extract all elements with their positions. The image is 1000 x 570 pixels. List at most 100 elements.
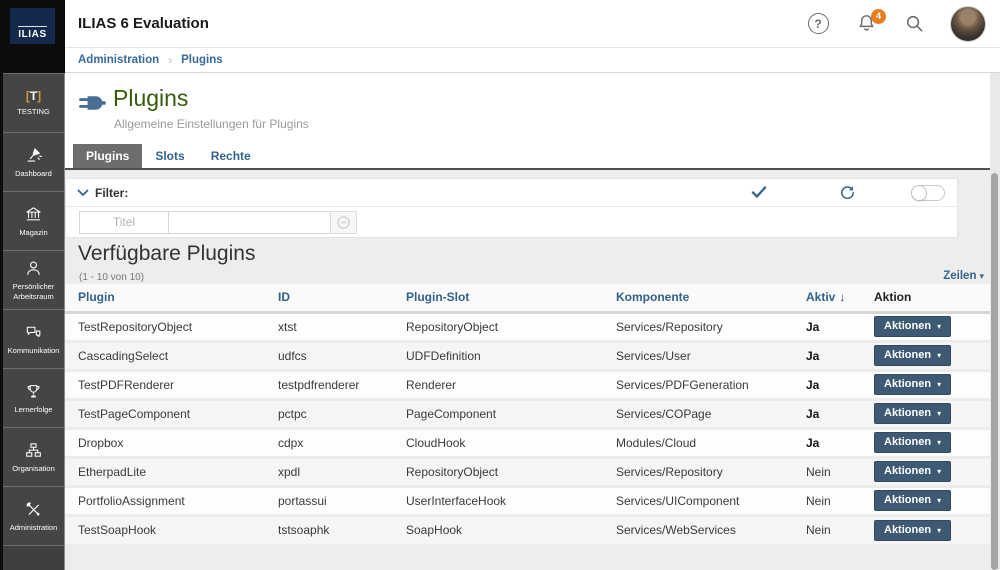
table-header-row: Plugin ID Plugin-Slot Komponente Aktiv↓ … — [65, 284, 990, 312]
main-sidebar: ILIAS [T] TESTING Dashboard — [0, 0, 65, 570]
title-filter-group: Titel — [79, 211, 357, 234]
actions-dropdown-button[interactable]: Aktionen▾ — [874, 490, 951, 511]
plugin-icon — [78, 89, 106, 117]
toggle-knob — [911, 185, 927, 201]
table-row: TestPageComponentpctpc PageComponentServ… — [65, 399, 990, 428]
table-row: Dropboxcdpx CloudHookModules/Cloud Ja Ak… — [65, 428, 990, 457]
filter-toggle[interactable] — [911, 185, 945, 201]
logo-area: ILIAS — [0, 0, 65, 73]
caret-down-icon: ▾ — [937, 526, 941, 535]
tab-plugins[interactable]: Plugins — [73, 144, 142, 168]
actions-dropdown-button[interactable]: Aktionen▾ — [874, 403, 951, 424]
notification-badge: 4 — [871, 9, 886, 24]
caret-down-icon: ▾ — [937, 380, 941, 389]
sidebar-item-label: Dashboard — [5, 169, 63, 178]
help-button[interactable]: ? — [806, 12, 830, 36]
sidebar-item-label: Administration — [5, 523, 63, 532]
ilias-logo[interactable]: ILIAS — [10, 8, 55, 44]
sidebar-item-magazin[interactable]: Magazin — [3, 192, 64, 251]
person-icon — [24, 259, 43, 278]
sidebar-item-label: Organisation — [5, 464, 63, 473]
sidebar-item-label: Kommunikation — [5, 346, 63, 355]
app-title: ILIAS 6 Evaluation — [78, 15, 209, 32]
filter-label: Filter: — [95, 186, 128, 200]
help-icon: ? — [808, 13, 829, 34]
breadcrumb-plugins[interactable]: Plugins — [181, 54, 223, 66]
table-row: TestSoapHooktstsoaphk SoapHookServices/W… — [65, 515, 990, 544]
remove-filter-button[interactable] — [331, 211, 357, 234]
search-icon — [903, 12, 926, 35]
apply-filter-icon[interactable] — [751, 185, 767, 199]
caret-down-icon: ▾ — [979, 271, 984, 281]
table-row: TestRepositoryObjectxtst RepositoryObjec… — [65, 312, 990, 341]
plugins-table: Plugin ID Plugin-Slot Komponente Aktiv↓ … — [65, 284, 990, 544]
sort-desc-icon: ↓ — [839, 290, 845, 304]
actions-dropdown-button[interactable]: Aktionen▾ — [874, 316, 951, 337]
bank-icon — [24, 205, 43, 224]
tab-rechte[interactable]: Rechte — [198, 144, 264, 168]
sidebar-item-label: TESTING — [5, 107, 63, 116]
minus-circle-icon — [336, 215, 351, 230]
section-title: Verfügbare Plugins — [78, 242, 255, 266]
sidebar-item-label: Lernerfolge — [5, 405, 63, 414]
table-row: TestPDFRenderertestpdfrenderer RendererS… — [65, 370, 990, 399]
title-filter-input[interactable] — [169, 211, 331, 234]
sidebar-item-organisation[interactable]: Organisation — [3, 428, 64, 487]
caret-down-icon: ▾ — [937, 351, 941, 360]
actions-dropdown-button[interactable]: Aktionen▾ — [874, 520, 951, 541]
caret-down-icon: ▾ — [937, 322, 941, 331]
org-chart-icon — [24, 441, 43, 460]
sidebar-item-personal-workspace[interactable]: Persönlicher Arbeitsraum — [3, 251, 64, 310]
rows-dropdown[interactable]: Zeilen▾ — [943, 270, 984, 282]
column-header-plugin-slot[interactable]: Plugin-Slot — [406, 284, 616, 312]
sidebar-item-kommunikation[interactable]: Kommunikation — [3, 310, 64, 369]
scrollbar-thumb[interactable] — [991, 173, 998, 570]
caret-down-icon: ▾ — [937, 496, 941, 505]
result-count: (1 - 10 von 10) — [79, 272, 144, 283]
actions-dropdown-button[interactable]: Aktionen▾ — [874, 432, 951, 453]
sidebar-item-dashboard[interactable]: Dashboard — [3, 133, 64, 192]
breadcrumb-administration[interactable]: Administration — [78, 54, 159, 66]
actions-dropdown-button[interactable]: Aktionen▾ — [874, 345, 951, 366]
chevron-down-icon[interactable] — [77, 189, 89, 197]
chat-bubbles-icon — [24, 323, 43, 342]
breadcrumb: Administration › Plugins — [65, 48, 1000, 73]
sidebar-item-label: Magazin — [5, 228, 63, 237]
main-content: Plugins Allgemeine Einstellungen für Plu… — [65, 73, 990, 570]
sidebar-item-label: Persönlicher Arbeitsraum — [5, 282, 63, 301]
column-header-plugin[interactable]: Plugin — [65, 284, 278, 312]
caret-down-icon: ▾ — [937, 409, 941, 418]
trophy-icon — [24, 382, 43, 401]
testing-icon: [T] — [26, 89, 41, 103]
column-header-aktiv[interactable]: Aktiv↓ — [806, 284, 874, 312]
user-avatar[interactable] — [950, 6, 986, 42]
page-title: Plugins — [113, 85, 188, 112]
sidebar-item-testing[interactable]: [T] TESTING — [3, 74, 64, 133]
caret-down-icon: ▾ — [937, 438, 941, 447]
page-header: Plugins Allgemeine Einstellungen für Plu… — [65, 73, 990, 170]
breadcrumb-separator-icon: › — [168, 53, 172, 67]
notifications-button[interactable]: 4 — [854, 12, 878, 36]
sidebar-item-lernerfolge[interactable]: Lernerfolge — [3, 369, 64, 428]
tab-slots[interactable]: Slots — [142, 144, 197, 168]
lamp-icon — [24, 146, 43, 165]
filter-panel: Filter: Titel — [65, 178, 958, 238]
tools-icon — [24, 500, 43, 519]
title-filter-label: Titel — [79, 211, 169, 234]
top-header: ILIAS 6 Evaluation ? 4 — [65, 0, 1000, 48]
table-row: PortfolioAssignmentportassui UserInterfa… — [65, 486, 990, 515]
column-header-komponente[interactable]: Komponente — [616, 284, 806, 312]
tab-underline — [65, 168, 990, 170]
actions-dropdown-button[interactable]: Aktionen▾ — [874, 374, 951, 395]
table-row: CascadingSelectudfcs UDFDefinitionServic… — [65, 341, 990, 370]
column-header-id[interactable]: ID — [278, 284, 406, 312]
actions-dropdown-button[interactable]: Aktionen▾ — [874, 461, 951, 482]
column-header-aktion: Aktion — [874, 284, 990, 312]
caret-down-icon: ▾ — [937, 467, 941, 476]
sidebar-item-administration[interactable]: Administration — [3, 487, 64, 546]
tab-bar: Plugins Slots Rechte — [73, 144, 264, 168]
page-subtitle: Allgemeine Einstellungen für Plugins — [114, 117, 309, 131]
reset-filter-icon[interactable] — [839, 184, 856, 201]
scrollbar-track — [990, 73, 1000, 570]
search-button[interactable] — [902, 12, 926, 36]
